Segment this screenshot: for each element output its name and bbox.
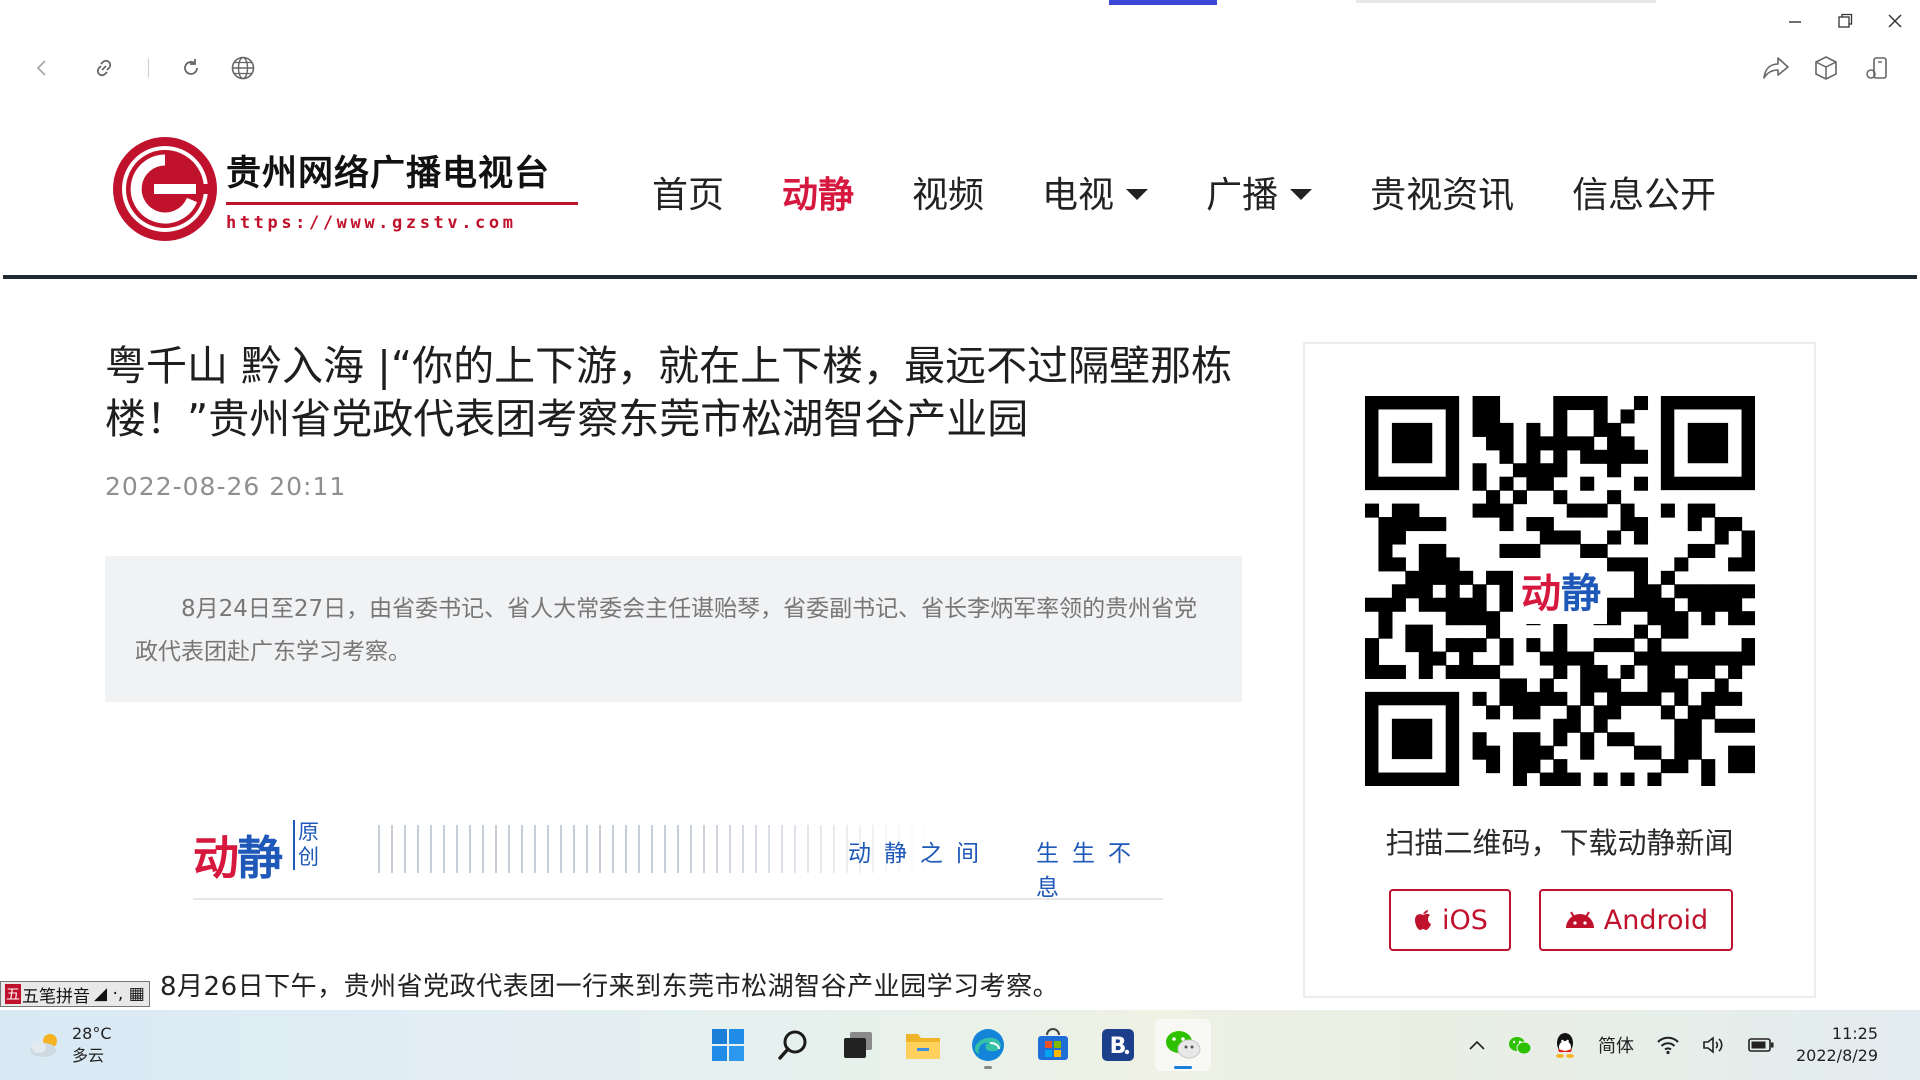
system-tray: 简体 11:25 2022/8/29 [1468,1010,1920,1080]
clock-time: 11:25 [1831,1024,1878,1043]
ime-language[interactable]: 简体 [1598,1032,1634,1058]
minimize-icon[interactable] [1770,6,1820,36]
restore-icon[interactable] [1820,6,1870,36]
close-icon[interactable] [1870,6,1920,36]
edge-icon[interactable] [960,1019,1016,1071]
ime-label: 五笔拼音 [22,986,90,1007]
cast-icon[interactable] [1860,52,1892,84]
clock-date: 2022/8/29 [1795,1046,1878,1065]
chevron-up-icon[interactable] [1468,1039,1486,1051]
nav-home[interactable]: 首页 [652,166,724,218]
banner-original-tag: 原创 [293,820,319,870]
wechat-icon[interactable] [1155,1019,1211,1071]
article: 粤千山 黔入海 |“你的上下游，就在上下楼，最远不过隔壁那栋楼！”贵州省党政代表… [105,340,1245,1002]
logo-title: 贵州网络广播电视台 [226,154,551,194]
battery-icon[interactable] [1748,1038,1774,1052]
nav-label: 电视 [1042,175,1115,216]
android-label: Android [1603,904,1709,936]
taskbar-apps: B [700,1019,1220,1071]
b-app-icon[interactable]: B [1090,1019,1146,1071]
search-icon[interactable] [765,1019,821,1071]
ime-badge: 五 [5,984,21,1004]
banner-brand-right: 静 [237,831,283,885]
tab-strip-edge [1356,0,1656,3]
ime-symbols: ◢ ·, ▦ [94,984,145,1004]
article-title: 粤千山 黔入海 |“你的上下游，就在上下楼，最远不过隔壁那栋楼！”贵州省党政代表… [105,342,1233,443]
extensions-cube-icon[interactable] [1810,52,1842,84]
taskbar-clock[interactable]: 11:25 2022/8/29 [1796,1023,1878,1067]
link-icon[interactable] [88,52,120,84]
main-nav: 首页 动静 视频 电视 广播 贵视资讯 信息公开 [652,166,1774,218]
banner-slogan-2: 生生不息 [1036,841,1144,901]
caret-down-icon [1290,188,1313,200]
article-date: 2022-08-26 20:11 [105,472,347,501]
weather-widget[interactable]: 28°C 多云 [28,1023,112,1067]
header-divider [3,275,1917,279]
ime-status-bar[interactable]: 五 五笔拼音 ◢ ·, ▦ [0,981,150,1007]
summary-text: 8月24日至27日，由省委书记、省人大常委会主任谌贻琴，省委副书记、省长李炳军率… [135,596,1198,665]
nav-label: 动静 [782,175,855,216]
nav-radio[interactable]: 广播 [1206,166,1313,218]
svg-text:动静: 动静 [1521,571,1601,617]
nav-label: 贵视资讯 [1370,175,1515,216]
active-tab-indicator [1109,0,1217,5]
nav-label: 广播 [1206,175,1279,216]
banner-brand: 动静 [193,822,283,888]
nav-tv[interactable]: 电视 [1042,166,1149,218]
partly-cloudy-icon [30,1034,57,1057]
wechat-tray-icon[interactable] [1508,1035,1532,1055]
qr-code: 动静 [1365,396,1755,786]
reload-icon[interactable] [175,52,207,84]
start-icon[interactable] [700,1019,756,1071]
back-icon[interactable] [26,52,58,84]
qr-brand-left: 动 [1521,571,1561,617]
logo-underline [226,202,578,205]
ios-label: iOS [1442,904,1488,936]
qr-caption: 扫描二维码，下载动静新闻 [1385,826,1734,860]
qq-icon[interactable] [1554,1032,1576,1058]
nav-gzstv-news[interactable]: 贵视资讯 [1370,166,1514,218]
toolbar-separator [148,58,149,78]
globe-icon[interactable] [227,52,259,84]
browser-toolbar [0,40,1920,96]
apple-icon [1415,910,1432,930]
ios-download-button[interactable]: iOS [1389,889,1511,951]
weather-temp: 28°C [72,1024,112,1043]
article-summary: 8月24日至27日，由省委书记、省人大常委会主任谌贻琴，省委副书记、省长李炳军率… [105,556,1242,702]
file-explorer-icon[interactable] [895,1019,951,1071]
nav-label: 首页 [652,175,725,216]
svg-text:B: B [1110,1034,1127,1059]
wifi-icon[interactable] [1656,1035,1680,1055]
logo-url: https://www.gzstv.com [226,213,517,233]
gzstv-logo-icon [113,137,217,241]
window-controls [1770,6,1920,36]
weather-condition: 多云 [72,1046,105,1065]
site-logo[interactable]: 贵州网络广播电视台 https://www.gzstv.com [110,134,578,244]
android-download-button[interactable]: Android [1539,889,1733,951]
article-first-paragraph: 8月26日下午，贵州省党政代表团一行来到东莞市松湖智谷产业园学习考察。 [160,972,1060,1002]
app-running-indicator [984,1066,992,1069]
nav-dongjing[interactable]: 动静 [782,166,854,218]
dongjing-original-banner: 动静 原创 动静之间 生生不息 [193,810,1163,901]
caret-down-icon [1126,188,1149,200]
nav-video[interactable]: 视频 [912,166,984,218]
nav-info-disclosure[interactable]: 信息公开 [1572,166,1716,218]
nav-label: 信息公开 [1572,175,1717,216]
app-active-indicator [1174,1066,1192,1069]
share-icon[interactable] [1760,52,1792,84]
volume-icon[interactable] [1702,1035,1726,1055]
microsoft-store-icon[interactable] [1025,1019,1081,1071]
app-download-card: 动静 扫描二维码，下载动静新闻 iOS Android [1303,342,1816,998]
banner-brand-left: 动 [193,831,239,885]
site-header: 贵州网络广播电视台 https://www.gzstv.com 首页 动静 视频… [0,96,1920,280]
android-icon [1565,911,1594,928]
qr-brand-right: 静 [1561,571,1601,617]
banner-slogan-1: 动静之间 [848,841,992,867]
taskbar: 28°C 多云 B 简体 11:25 2022/8/29 [0,1010,1920,1080]
nav-label: 视频 [912,175,985,216]
task-view-icon[interactable] [830,1019,886,1071]
